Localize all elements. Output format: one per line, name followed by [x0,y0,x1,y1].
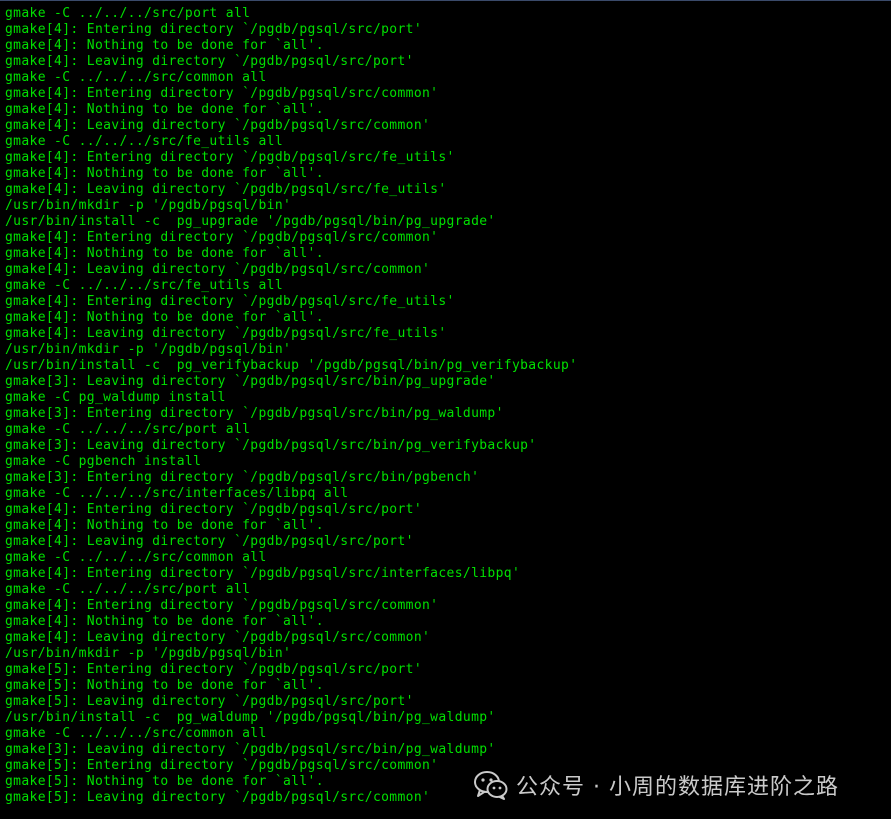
terminal-line: gmake[5]: Entering directory `/pgdb/pgsq… [5,662,423,677]
terminal-line: /usr/bin/install -c pg_upgrade '/pgdb/pg… [5,214,496,229]
terminal-line: gmake[4]: Leaving directory `/pgdb/pgsql… [5,630,431,645]
terminal-line: gmake[4]: Entering directory `/pgdb/pgsq… [5,230,439,245]
terminal-line: gmake[4]: Entering directory `/pgdb/pgsq… [5,566,521,581]
terminal-line: gmake -C ../../../src/fe_utils all [5,278,284,293]
terminal-line: /usr/bin/install -c pg_verifybackup '/pg… [5,358,578,373]
terminal-line: gmake[4]: Entering directory `/pgdb/pgsq… [5,598,439,613]
terminal-line: gmake -C ../../../src/fe_utils all [5,134,284,149]
terminal-line: gmake[4]: Leaving directory `/pgdb/pgsql… [5,118,431,133]
terminal-line: gmake -C ../../../src/common all [5,70,267,85]
terminal-window[interactable]: gmake -C ../../../src/port all gmake[4]: … [0,0,891,819]
terminal-line: gmake[3]: Entering directory `/pgdb/pgsq… [5,470,480,485]
terminal-line: /usr/bin/mkdir -p '/pgdb/pgsql/bin' [5,646,292,661]
terminal-line: /usr/bin/install -c pg_waldump '/pgdb/pg… [5,710,496,725]
terminal-line: gmake -C pg_waldump install [5,390,226,405]
terminal-line: gmake[3]: Leaving directory `/pgdb/pgsql… [5,742,496,757]
terminal-output: gmake -C ../../../src/port all gmake[4]: … [5,6,577,806]
terminal-line: gmake[4]: Nothing to be done for `all'. [5,246,324,261]
terminal-line: gmake[4]: Nothing to be done for `all'. [5,102,324,117]
terminal-line: gmake[4]: Leaving directory `/pgdb/pgsql… [5,534,414,549]
terminal-line: gmake[4]: Leaving directory `/pgdb/pgsql… [5,326,447,341]
terminal-line: /usr/bin/mkdir -p '/pgdb/pgsql/bin' [5,342,292,357]
terminal-line: gmake -C ../../../src/common all [5,550,267,565]
terminal-line: gmake -C pgbench install [5,454,202,469]
terminal-line: gmake[4]: Entering directory `/pgdb/pgsq… [5,294,455,309]
terminal-line: gmake -C ../../../src/common all [5,726,267,741]
terminal-line: gmake[4]: Entering directory `/pgdb/pgsq… [5,502,423,517]
terminal-line: /usr/bin/mkdir -p '/pgdb/pgsql/bin' [5,198,292,213]
terminal-line: gmake[4]: Nothing to be done for `all'. [5,310,324,325]
terminal-line: gmake[4]: Leaving directory `/pgdb/pgsql… [5,182,447,197]
terminal-line: gmake[4]: Nothing to be done for `all'. [5,518,324,533]
terminal-line: gmake[4]: Leaving directory `/pgdb/pgsql… [5,54,414,69]
watermark: 公众号 · 小周的数据库进阶之路 [474,769,839,801]
terminal-line: gmake -C ../../../src/port all [5,422,251,437]
terminal-line: gmake[3]: Entering directory `/pgdb/pgsq… [5,406,504,421]
terminal-line: gmake[4]: Nothing to be done for `all'. [5,38,324,53]
terminal-line: gmake[5]: Nothing to be done for `all'. [5,678,324,693]
wechat-icon [474,771,508,800]
terminal-line: gmake[4]: Entering directory `/pgdb/pgsq… [5,86,439,101]
terminal-line: gmake -C ../../../src/port all [5,6,251,21]
terminal-line: gmake[3]: Leaving directory `/pgdb/pgsql… [5,438,537,453]
terminal-line: gmake[4]: Entering directory `/pgdb/pgsq… [5,22,423,37]
terminal-line: gmake[3]: Leaving directory `/pgdb/pgsql… [5,374,496,389]
terminal-line: gmake[4]: Nothing to be done for `all'. [5,166,324,181]
terminal-line: gmake -C ../../../src/interfaces/libpq a… [5,486,349,501]
terminal-line: gmake[5]: Leaving directory `/pgdb/pgsql… [5,694,414,709]
terminal-line: gmake[4]: Entering directory `/pgdb/pgsq… [5,150,455,165]
terminal-line: gmake[4]: Leaving directory `/pgdb/pgsql… [5,262,431,277]
watermark-text: 公众号 · 小周的数据库进阶之路 [516,775,839,800]
terminal-line: gmake[4]: Nothing to be done for `all'. [5,614,324,629]
terminal-line: gmake -C ../../../src/port all [5,582,251,597]
